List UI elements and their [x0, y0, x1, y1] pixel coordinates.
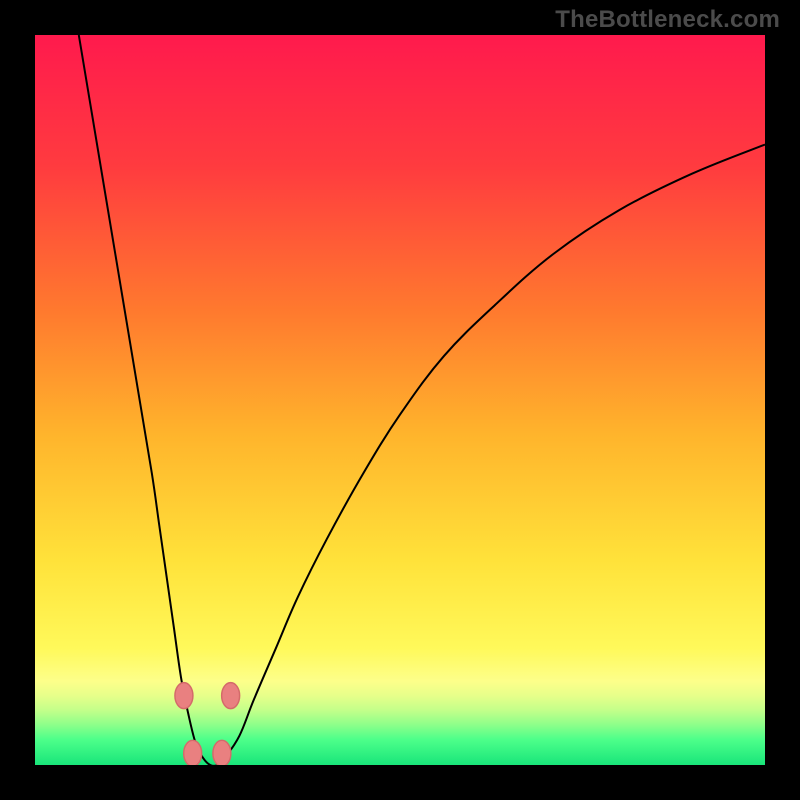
curve-marker: [222, 683, 240, 709]
curve-marker: [184, 740, 202, 765]
plot-area: [35, 35, 765, 765]
curve-marker: [213, 740, 231, 765]
chart-frame: TheBottleneck.com: [0, 0, 800, 800]
watermark-text: TheBottleneck.com: [555, 6, 780, 34]
curve-marker: [175, 683, 193, 709]
bottleneck-curve: [35, 35, 765, 765]
